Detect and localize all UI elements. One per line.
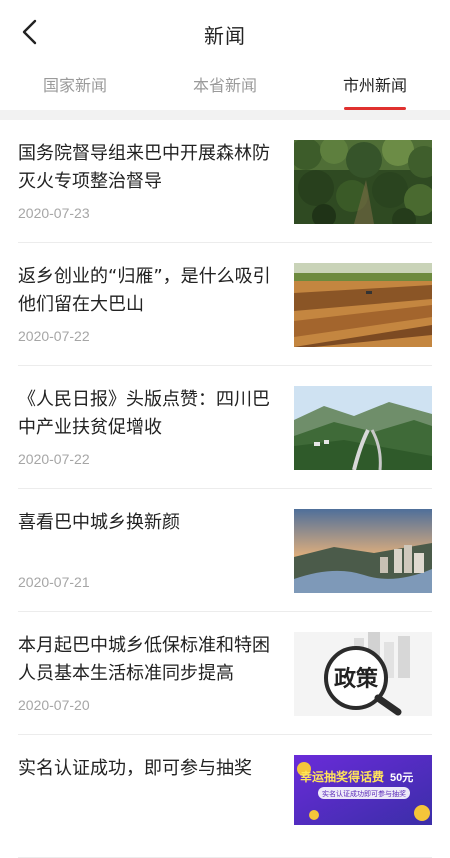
valley-road-photo: [294, 386, 432, 470]
news-date: 2020-07-20: [18, 697, 90, 713]
news-date: 2020-07-22: [18, 328, 90, 344]
news-item[interactable]: 本月起巴中城乡低保标准和特困人员基本生活标准同步提高 2020-07-20 政策: [18, 612, 432, 735]
tab-label: 本省新闻: [192, 76, 257, 95]
news-item[interactable]: 《人民日报》头版点赞：四川巴中产业扶贫促增收 2020-07-22: [18, 366, 432, 489]
farmland-photo: [294, 263, 432, 347]
news-list: 国务院督导组来巴中开展森林防灭火专项整治督导 2020-07-23 返乡创业的“…: [0, 120, 450, 858]
banner-title: 幸运抽奖得话费: [300, 769, 384, 784]
news-title: 实名认证成功，即可参与抽奖: [18, 758, 252, 779]
policy-text: 政策: [334, 666, 379, 692]
news-title: 返乡创业的“归雁”，是什么吸引他们留在大巴山: [18, 266, 271, 315]
city-river-photo: [294, 509, 432, 593]
forest-photo: [294, 140, 432, 224]
news-title: 《人民日报》头版点赞：四川巴中产业扶贫促增收: [18, 389, 270, 438]
banner-amount: 50元: [390, 771, 413, 784]
news-item[interactable]: 实名认证成功，即可参与抽奖 幸运抽奖得话费 50元 实名认证成功即可参与抽奖: [18, 735, 432, 858]
category-tabs: 国家新闻 本省新闻 市州新闻: [0, 64, 450, 111]
tab-label: 国家新闻: [42, 76, 107, 95]
tab-province-news[interactable]: 本省新闻: [150, 64, 300, 110]
news-title: 国务院督导组来巴中开展森林防灭火专项整治督导: [18, 143, 270, 192]
lottery-banner: 幸运抽奖得话费 50元 实名认证成功即可参与抽奖: [294, 755, 432, 825]
news-item[interactable]: 喜看巴中城乡换新颜 2020-07-21: [18, 489, 432, 612]
banner-subtext: 实名认证成功即可参与抽奖: [322, 789, 406, 798]
news-date: 2020-07-23: [18, 205, 90, 221]
tab-city-news[interactable]: 市州新闻: [300, 64, 450, 110]
news-title: 本月起巴中城乡低保标准和特困人员基本生活标准同步提高: [18, 635, 270, 684]
news-date: 2020-07-22: [18, 451, 90, 467]
news-item[interactable]: 返乡创业的“归雁”，是什么吸引他们留在大巴山 2020-07-22: [18, 243, 432, 366]
page-title: 新闻: [204, 24, 246, 48]
news-item[interactable]: 国务院督导组来巴中开展森林防灭火专项整治督导 2020-07-23: [18, 120, 432, 243]
news-title: 喜看巴中城乡换新颜: [18, 512, 180, 533]
section-divider: [0, 110, 450, 120]
tab-national-news[interactable]: 国家新闻: [0, 64, 150, 110]
top-bar: 新闻: [0, 0, 450, 64]
news-date: 2020-07-21: [18, 574, 90, 590]
policy-magnifier-photo: 政策: [294, 632, 432, 716]
tab-label: 市州新闻: [342, 76, 407, 95]
